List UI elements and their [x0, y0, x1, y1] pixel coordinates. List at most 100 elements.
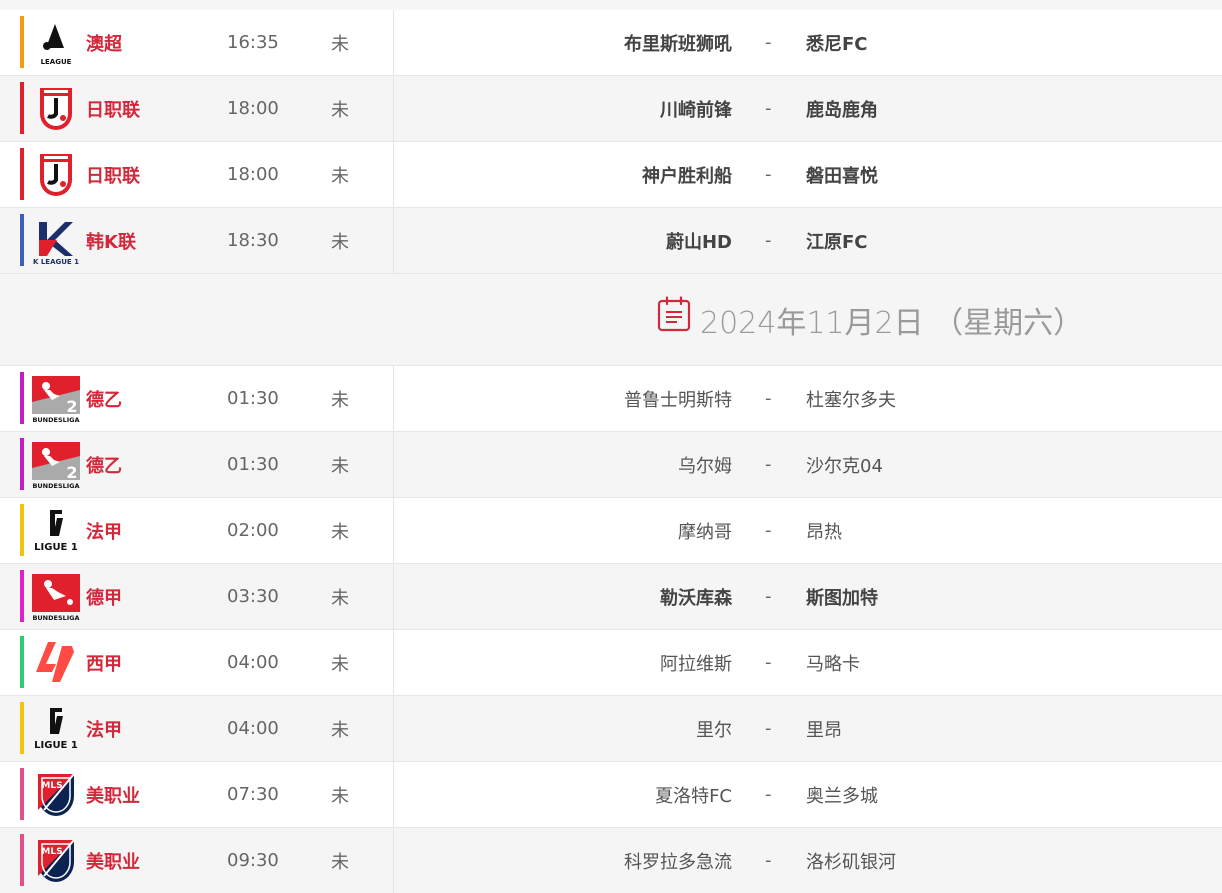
home-team[interactable]: 普鲁士明斯特	[624, 386, 732, 412]
k-league-logo: K LEAGUE 1	[32, 216, 80, 266]
league-name[interactable]: 法甲	[86, 716, 122, 742]
logo-text: MLS	[41, 781, 62, 791]
match-row[interactable]: 日职联 18:00 未 川崎前锋 - 鹿岛鹿角	[0, 76, 1222, 142]
away-team[interactable]: 昂热	[806, 518, 842, 544]
away-team[interactable]: 江原FC	[806, 228, 868, 254]
home-team[interactable]: 夏洛特FC	[655, 782, 732, 808]
away-team[interactable]: 奥兰多城	[806, 782, 878, 808]
match-row[interactable]: LIGUE 1 法甲 04:00 未 里尔 - 里昂	[0, 696, 1222, 762]
league-color-bar	[20, 438, 24, 490]
league-name[interactable]: 西甲	[86, 650, 122, 676]
home-team[interactable]: 阿拉维斯	[660, 650, 732, 676]
match-schedule: LEAGUE 澳超 16:35 未布里斯班狮吼 - 悉尼FC 日职联 18:00 未川崎前锋 - 鹿…	[0, 0, 1222, 893]
score-separator: -	[765, 32, 772, 53]
weekday-value: （星期六）	[933, 306, 1084, 341]
bundesliga-logo: BUNDESLIGA	[32, 572, 80, 622]
home-team[interactable]: 摩纳哥	[678, 518, 732, 544]
match-row[interactable]: 日职联 18:00 未 神户胜利船 - 磐田喜悦	[0, 142, 1222, 208]
score-separator: -	[765, 98, 772, 119]
score-separator: -	[765, 718, 772, 739]
column-divider	[393, 432, 394, 497]
calendar-icon	[657, 296, 691, 332]
logo-text: LIGUE 1	[34, 740, 78, 751]
match-time: 04:00	[227, 652, 279, 673]
match-time: 16:35	[227, 32, 279, 53]
league-name[interactable]: 法甲	[86, 518, 122, 544]
match-time: 18:00	[227, 164, 279, 185]
match-time: 02:00	[227, 520, 279, 541]
laliga-logo	[32, 638, 80, 688]
match-row[interactable]: K LEAGUE 1 韩K联 18:30 未 蔚山HD - 江原FC	[0, 208, 1222, 274]
match-status: 未	[331, 719, 349, 741]
league-name[interactable]: 德乙	[86, 386, 122, 412]
home-team[interactable]: 蔚山HD	[666, 228, 732, 254]
away-team[interactable]: 沙尔克04	[806, 452, 883, 478]
home-team[interactable]: 里尔	[696, 716, 732, 742]
league-color-bar	[20, 636, 24, 688]
match-row[interactable]: LIGUE 1 法甲 02:00 未 摩纳哥 - 昂热	[0, 498, 1222, 564]
logo-text: LIGUE 1	[34, 542, 78, 553]
match-status: 未	[331, 231, 349, 253]
a-league-logo: LEAGUE	[32, 18, 80, 68]
j-league-logo	[32, 84, 80, 134]
match-row[interactable]: 2 BUNDESLIGA 德乙 01:30 未乌尔姆 - 沙尔克04	[0, 432, 1222, 498]
score-separator: -	[765, 784, 772, 805]
away-team[interactable]: 杜塞尔多夫	[806, 386, 896, 412]
league-name[interactable]: 日职联	[86, 96, 140, 122]
league-color-bar	[20, 570, 24, 622]
column-divider	[393, 696, 394, 761]
home-team[interactable]: 科罗拉多急流	[624, 848, 732, 874]
column-divider	[393, 630, 394, 695]
league-name[interactable]: 日职联	[86, 162, 140, 188]
match-row[interactable]: MLS 美职业 09:30 未 科罗拉多急流 - 洛杉矶银河	[0, 828, 1222, 893]
league-name[interactable]: 美职业	[86, 782, 140, 808]
match-row[interactable]: 2 BUNDESLIGA 德乙 01:30 未普鲁士明斯特 - 杜塞尔多夫	[0, 366, 1222, 432]
match-status: 未	[331, 653, 349, 675]
ligue-1-logo: LIGUE 1	[32, 704, 80, 754]
league-name[interactable]: 澳超	[86, 30, 122, 56]
away-team[interactable]: 斯图加特	[806, 584, 878, 610]
match-list-after: 2 BUNDESLIGA 德乙 01:30 未普鲁士明斯特 - 杜塞尔多夫 2 BUNDESLI…	[0, 366, 1222, 893]
away-team[interactable]: 悉尼FC	[806, 30, 868, 56]
match-row[interactable]: LEAGUE 澳超 16:35 未 布里斯班狮吼 - 悉尼FC	[0, 10, 1222, 76]
away-team[interactable]: 磐田喜悦	[806, 162, 878, 188]
league-name[interactable]: 美职业	[86, 848, 140, 874]
bundesliga-2-logo: 2 BUNDESLIGA	[32, 374, 80, 424]
score-separator: -	[765, 454, 772, 475]
match-row[interactable]: MLS 美职业 07:30 未 夏洛特FC - 奥兰多城	[0, 762, 1222, 828]
home-team[interactable]: 川崎前锋	[660, 96, 732, 122]
league-name[interactable]: 韩K联	[86, 228, 136, 254]
match-time: 04:00	[227, 718, 279, 739]
home-team[interactable]: 神户胜利船	[642, 162, 732, 188]
league-name[interactable]: 德乙	[86, 452, 122, 478]
match-time: 09:30	[227, 850, 279, 871]
league-color-bar	[20, 214, 24, 266]
column-divider	[393, 142, 394, 207]
match-status: 未	[331, 389, 349, 411]
column-divider	[393, 498, 394, 563]
match-status: 未	[331, 33, 349, 55]
away-team[interactable]: 鹿岛鹿角	[806, 96, 878, 122]
league-name[interactable]: 德甲	[86, 584, 122, 610]
logo-text: MLS	[41, 847, 62, 857]
j-league-logo	[32, 150, 80, 200]
away-team[interactable]: 洛杉矶银河	[806, 848, 896, 874]
match-row[interactable]: 西甲 04:00 未 阿拉维斯 - 马略卡	[0, 630, 1222, 696]
score-separator: -	[765, 520, 772, 541]
match-time: 07:30	[227, 784, 279, 805]
date-separator: 2024年11月2日 （星期六）	[0, 274, 1222, 366]
score-separator: -	[765, 230, 772, 251]
home-team[interactable]: 乌尔姆	[678, 452, 732, 478]
away-team[interactable]: 马略卡	[806, 650, 860, 676]
away-team[interactable]: 里昂	[806, 716, 842, 742]
league-color-bar	[20, 82, 24, 134]
home-team[interactable]: 布里斯班狮吼	[624, 30, 732, 56]
home-team[interactable]: 勒沃库森	[660, 584, 732, 610]
league-color-bar	[20, 16, 24, 68]
date-value: 2024年11月2日	[700, 306, 924, 341]
logo-text: BUNDESLIGA	[32, 614, 79, 622]
ligue-1-logo: LIGUE 1	[32, 506, 80, 556]
match-row[interactable]: BUNDESLIGA 德甲 03:30 未 勒沃库森 - 斯图加特	[0, 564, 1222, 630]
score-separator: -	[765, 388, 772, 409]
league-color-bar	[20, 372, 24, 424]
